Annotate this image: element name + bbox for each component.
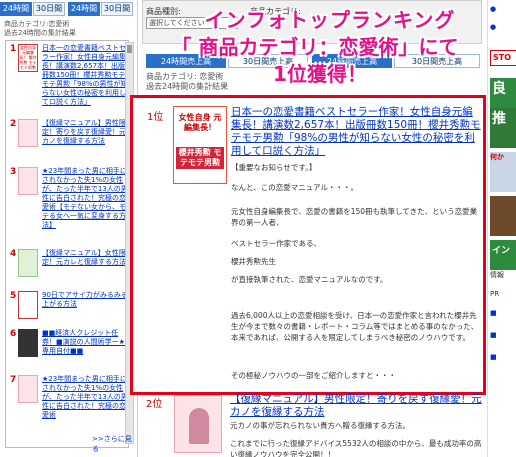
- rank-number: 1: [10, 44, 17, 54]
- tab-30d[interactable]: 30日間: [33, 2, 65, 16]
- description-text: その極秘ノウハウの一部をご紹介しますと・・・: [231, 371, 396, 380]
- description-text: 元カノの事が忘れられない貴方へ贈る復縁する方法。: [230, 421, 410, 430]
- scrollbar-thumb[interactable]: [127, 45, 132, 53]
- ranking-item-6[interactable]: 6 ■■経済人クレジット任券！■演説の人間術学ー★■専用自付■■: [10, 329, 132, 369]
- ad-banner[interactable]: イン: [490, 240, 516, 270]
- product-thumbnail[interactable]: [18, 249, 38, 277]
- cover-figure: [189, 408, 209, 444]
- more-link[interactable]: >>さらに見る: [92, 434, 137, 454]
- ranking-link[interactable]: 日本一の恋愛書籍ベストセラー作家！女性自身元編集長！講演数2,657本！出版冊数…: [42, 44, 132, 110]
- product-thumbnail[interactable]: [18, 329, 38, 357]
- book-cover-top-text: 女性自身 元編集長！: [178, 113, 222, 132]
- ad-banner[interactable]: 良: [490, 78, 516, 108]
- description-text: 元女性自身編集長で、恋愛の書籍を150冊も執筆してきた、という恋愛業界の第一人者…: [231, 207, 478, 227]
- description-text: これまでに行った復縁アドバイス5532人の相談の中から、最も成功率の高い復縁ノウ…: [230, 439, 482, 457]
- right-ad-column: ● ● STO 良 推 何か イン 情報 PR ■ ■ ■: [487, 0, 516, 457]
- ranking-link[interactable]: 【復縁マニュアル】女性限定！元カレと復縁する方法: [42, 249, 132, 285]
- rank-label-2: 2位: [146, 399, 163, 410]
- rank-number: 3: [10, 167, 17, 177]
- product-thumbnail[interactable]: [18, 291, 38, 319]
- rank-1-entry: 1位 女性自身 元編集長！ 櫻井秀勲 モテモテ男勲 日本一の恋愛書籍ベストセラー…: [130, 95, 486, 395]
- left-ranking-column: 24時間 30日間 24時間 30日間 商品カテゴリ:恋愛術 過去24時間の集計…: [0, 0, 138, 457]
- ranking-link[interactable]: 90日でアサイ力がみるみる上がる方法: [42, 291, 132, 321]
- ranking-link[interactable]: ■■経済人クレジット任券！■演説の人間術学ー★■専用自付■■: [42, 329, 132, 367]
- ad-banner[interactable]: STO: [490, 50, 516, 66]
- ranking-item-4[interactable]: 4 【復縁マニュアル】女性限定！元カレと復縁する方法: [10, 249, 130, 287]
- product-thumbnail[interactable]: [18, 167, 38, 195]
- product-title-link[interactable]: 日本一の恋愛書籍ベストセラー作家！女性自身元編集長！講演数2,657本！出版冊数…: [231, 106, 481, 158]
- ad-text[interactable]: PR: [490, 290, 516, 302]
- ranking-item-2[interactable]: 2 【復縁マニュアル】男性限定！寄りを戻す復縁愛！元カノを復縁する方法: [10, 119, 130, 163]
- rank-number: 6: [10, 329, 17, 339]
- ranking-item-1[interactable]: 1 女性自身 元編集長！ 櫻井秀勲 モテモテ男勲 日本一の恋愛書籍ベストセラー作…: [10, 44, 130, 114]
- tab-24h-2[interactable]: 24時間: [68, 2, 100, 16]
- product-thumbnail[interactable]: [18, 375, 38, 403]
- tab-30d-2[interactable]: 30日間: [101, 2, 133, 16]
- rank-number: 2: [10, 119, 17, 129]
- product-thumbnail[interactable]: 女性自身 元編集長！ 櫻井秀勲 モテモテ男勲: [18, 44, 38, 72]
- ad-link[interactable]: ●: [490, 4, 516, 14]
- rank-number: 5: [10, 291, 17, 301]
- ad-banner[interactable]: 何か: [490, 152, 516, 192]
- book-cover-image[interactable]: 女性自身 元編集長！ 櫻井秀勲 モテモテ男勲: [173, 106, 227, 184]
- product-title-link-2[interactable]: 【復縁マニュアル】男性限定！寄りを戻す復縁愛！元カノを復縁する方法: [230, 393, 485, 419]
- book-cover-image-2[interactable]: [174, 395, 222, 453]
- tab-24h[interactable]: 24時間: [0, 2, 32, 16]
- ad-text[interactable]: 情報: [490, 270, 516, 284]
- rank-number: 4: [10, 249, 17, 259]
- ranking-item-3[interactable]: 3 ★23年間まった男に相手にされなかった失1%の女性が、たった半年で13人の男…: [10, 167, 130, 245]
- left-period-tabs: 24時間 30日間 24時間 30日間: [0, 2, 137, 16]
- description-text: 櫻井秀勲先生: [231, 257, 276, 266]
- ad-image[interactable]: [490, 196, 516, 236]
- ad-banner[interactable]: 推: [490, 108, 516, 148]
- rank-number: 7: [10, 375, 17, 385]
- description-text: ベストセラー作家である、: [231, 239, 322, 248]
- banner-award: 1位獲得！: [273, 62, 367, 86]
- description-text: が直接執筆された、恋愛マニュアルなのです。: [231, 275, 388, 284]
- ranking-item-5[interactable]: 5 90日でアサイ力がみるみる上がる方法: [10, 291, 130, 325]
- rank-label: 1位: [147, 112, 164, 123]
- ad-link[interactable]: ■: [490, 308, 516, 318]
- left-ranking-list: 1 女性自身 元編集長！ 櫻井秀勲 モテモテ男勲 日本一の恋愛書籍ベストセラー作…: [5, 40, 132, 448]
- book-cover-bottom-text: 櫻井秀勲 モテモテ男勲: [176, 147, 224, 169]
- banner-subheadline: 「 商品カテゴリ：恋愛術」にて: [171, 35, 459, 59]
- genre-label: 商品種別:: [146, 7, 181, 16]
- description-text: なんと、この恋愛マニュアル・・・。: [231, 183, 358, 192]
- left-category-info: 商品カテゴリ:恋愛術 過去24時間の集計結果: [4, 20, 132, 38]
- ranking-link[interactable]: ★23年間まった男に相手にされなかった失1%の女性が、たった半年で13人の男性に…: [42, 375, 132, 429]
- ranking-link[interactable]: ★23年間まった男に相手にされなかった失1%の女性が、たった半年で13人の男性に…: [42, 167, 132, 243]
- notice-text: 【重要なお知らせです。】: [231, 163, 317, 172]
- ad-link[interactable]: ■: [490, 330, 516, 340]
- product-thumbnail[interactable]: [18, 119, 38, 147]
- ad-link[interactable]: ●: [490, 22, 516, 32]
- banner-headline: インフォトップランキング: [204, 8, 456, 32]
- description-text: 過去6,000人以上の恋愛相談を受け、日本一の恋愛作家と言われた櫻井先生が今まで…: [231, 311, 479, 342]
- ad-link[interactable]: ■: [490, 352, 516, 362]
- ranking-item-7[interactable]: 7 ★23年間まった男に相手にされなかった失1%の女性が、たった半年で13人の男…: [10, 375, 130, 431]
- left-category-line: 商品カテゴリ:恋愛術: [4, 20, 70, 28]
- ranking-link[interactable]: 【復縁マニュアル】男性限定！寄りを戻す復縁愛！元カノを復縁する方法: [42, 119, 132, 159]
- left-category-sub: 過去24時間の集計結果: [4, 29, 76, 37]
